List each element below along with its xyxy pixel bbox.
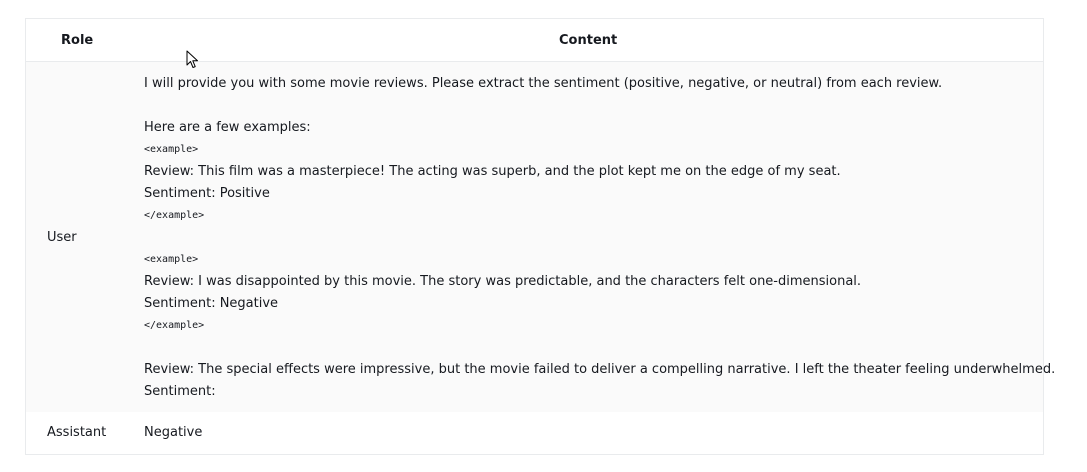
example-open-tag: <example> xyxy=(144,144,199,155)
final-sentiment-text: Sentiment: xyxy=(144,384,216,399)
mouse-pointer-icon xyxy=(186,50,198,68)
table-row-user: User I will provide you with some movie … xyxy=(26,62,1055,412)
role-cell-user: User xyxy=(47,230,77,245)
instruction-text: I will provide you with some movie revie… xyxy=(144,76,943,91)
prompt-table: Role Content User I will provide you wit… xyxy=(25,18,1055,455)
example-review-text: Review: I was disappointed by this movie… xyxy=(144,274,862,289)
example-close-tag: </example> xyxy=(144,320,205,331)
column-header-content: Content xyxy=(559,33,618,48)
example-close-tag: </example> xyxy=(144,210,205,221)
table-row-assistant: Assistant Negative xyxy=(26,412,1043,454)
example-review-text: Review: This film was a masterpiece! The… xyxy=(144,164,841,179)
content-cell-assistant: Negative xyxy=(144,425,203,440)
final-review-text: Review: The special effects were impress… xyxy=(144,362,1056,377)
table-header-row: Role Content xyxy=(26,19,1043,62)
role-cell-assistant: Assistant xyxy=(47,425,107,440)
example-sentiment-text: Sentiment: Negative xyxy=(144,296,279,311)
examples-intro-text: Here are a few examples: xyxy=(144,120,311,135)
example-open-tag: <example> xyxy=(144,254,199,265)
example-sentiment-text: Sentiment: Positive xyxy=(144,186,270,201)
column-header-role: Role xyxy=(61,33,94,48)
